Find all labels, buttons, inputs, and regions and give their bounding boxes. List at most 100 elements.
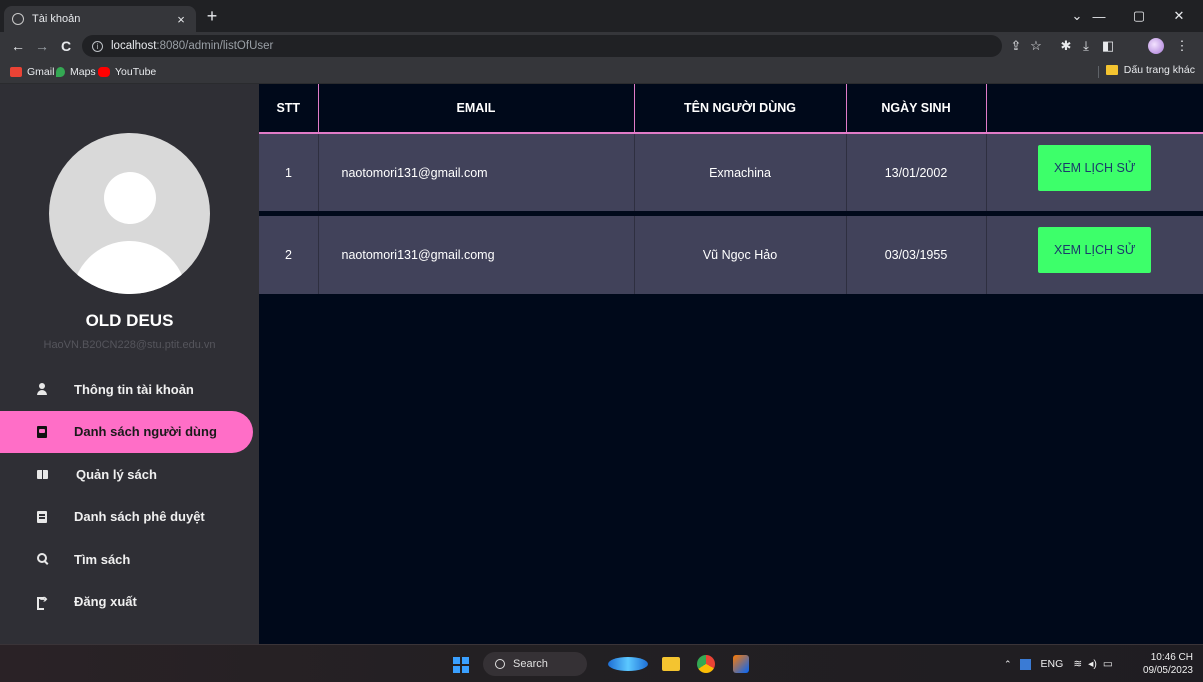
side-panel-icon[interactable]: ◧ — [1098, 36, 1118, 56]
info-icon[interactable]: i — [92, 40, 103, 52]
battery-icon[interactable]: ▭ — [1103, 658, 1113, 670]
avatar-head — [104, 172, 156, 224]
column-header-stt: STT — [259, 84, 319, 134]
open-book-icon — [37, 469, 49, 479]
language-indicator[interactable]: ENG — [1041, 658, 1064, 670]
column-header-email: EMAIL — [318, 84, 635, 134]
cell-email: naotomori131@gmail.comg — [318, 216, 635, 294]
windows-start-icon[interactable] — [453, 657, 469, 673]
bookmark-separator — [1098, 66, 1099, 78]
menu-kebab-icon[interactable]: ⋮ — [1172, 36, 1192, 56]
extensions-icon[interactable]: ✱ — [1056, 36, 1076, 56]
star-icon[interactable]: ☆ — [1026, 36, 1046, 56]
user-icon — [37, 383, 47, 396]
table-header-row: STT EMAIL TÊN NGƯỜI DÙNG NGÀY SINH — [259, 84, 1203, 134]
app-icon[interactable] — [733, 655, 749, 673]
column-header-dob: NGÀY SINH — [846, 84, 987, 134]
cell-stt: 1 — [259, 133, 319, 211]
sidebar-item-label: Danh sách phê duyệt — [74, 509, 205, 525]
folder-icon — [1105, 65, 1118, 75]
sidebar-item-label: Đăng xuất — [74, 594, 137, 610]
taskbar-clock[interactable]: 10:46 CH 09/05/2023 — [1143, 651, 1193, 677]
bookmark-label: Maps — [70, 66, 96, 78]
other-bookmarks-label: Dấu trang khác — [1123, 64, 1195, 76]
sidebar-item-account-info[interactable]: Thông tin tài khoản — [0, 368, 259, 411]
bookmark-label: YouTube — [115, 66, 157, 78]
cell-dob: 03/03/1955 — [846, 216, 987, 294]
address-book-icon — [37, 425, 47, 438]
forward-button[interactable]: → — [32, 36, 52, 56]
table-row: 2 naotomori131@gmail.comg Vũ Ngọc Hảo 03… — [259, 216, 1203, 294]
download-icon[interactable]: ⤓ — [1076, 36, 1096, 56]
taskbar: Search ⌃ ENG ≋ ◂) ▭ 10:46 CH 09/05/2023 — [0, 644, 1203, 682]
clock-time: 10:46 CH — [1150, 652, 1193, 663]
sidebar-item-book-management[interactable]: Quản lý sách — [0, 453, 259, 496]
wifi-icon[interactable]: ≋ — [1073, 658, 1082, 670]
url-bar[interactable]: i localhost:8080/admin/listOfUser — [82, 35, 1002, 57]
close-window-button[interactable]: ✕ — [1157, 0, 1201, 32]
tray-app-icon[interactable] — [1019, 658, 1031, 670]
page-content: OLD DEUS HaoVN.B20CN228@stu.ptit.edu.vn … — [0, 84, 1203, 644]
avatar-shoulders — [72, 241, 187, 294]
system-tray: ⌃ ENG ≋ ◂) ▭ — [1004, 645, 1113, 682]
url-path: :8080/admin/listOfUser — [156, 40, 274, 52]
cell-stt: 2 — [259, 216, 319, 294]
view-history-button[interactable]: XEM LỊCH SỬ — [1038, 144, 1152, 191]
avatar — [49, 133, 210, 294]
sidebar-menu: Thông tin tài khoản Danh sách người dùng… — [0, 368, 259, 623]
bookmark-label: Gmail — [27, 66, 55, 78]
new-tab-button[interactable]: + — [202, 6, 222, 26]
sidebar-item-search-books[interactable]: Tìm sách — [0, 538, 259, 581]
globe-icon — [12, 13, 24, 25]
list-icon — [37, 510, 47, 523]
sidebar-item-label: Quản lý sách — [76, 466, 157, 482]
cell-dob: 13/01/2002 — [846, 133, 987, 211]
widgets-icon[interactable] — [608, 657, 648, 671]
cell-email: naotomori131@gmail.com — [318, 133, 635, 211]
view-history-button[interactable]: XEM LỊCH SỬ — [1038, 227, 1152, 273]
sidebar-item-approval-list[interactable]: Danh sách phê duyệt — [0, 496, 259, 539]
bookmark-gmail[interactable]: Gmail — [10, 64, 54, 80]
sidebar-item-logout[interactable]: Đăng xuất — [0, 581, 259, 624]
maps-icon — [56, 67, 65, 77]
volume-icon[interactable]: ◂) — [1088, 658, 1097, 670]
tab-title: Tài khoản — [32, 13, 81, 25]
logout-icon — [37, 594, 48, 610]
address-toolbar: ← → C i localhost:8080/admin/listOfUser … — [0, 32, 1203, 60]
table-row: 1 naotomori131@gmail.com Exmachina 13/01… — [259, 133, 1203, 211]
bookmark-youtube[interactable]: YouTube — [98, 64, 156, 80]
sidebar-item-user-list[interactable]: Danh sách người dùng — [0, 410, 253, 453]
cell-action: XEM LỊCH SỬ — [986, 216, 1203, 294]
cell-username: Exmachina — [634, 133, 847, 211]
sidebar-item-label: Danh sách người dùng — [74, 424, 217, 440]
bookmarks-bar: Gmail Maps YouTube Dấu trang khác — [0, 60, 1203, 84]
tab-close-button[interactable]: × — [174, 12, 188, 27]
url-host: localhost — [111, 40, 157, 52]
cell-action: XEM LỊCH SỬ — [986, 133, 1203, 211]
back-button[interactable]: ← — [8, 36, 28, 56]
minimize-button[interactable]: — — [1077, 0, 1121, 32]
other-bookmarks[interactable]: Dấu trang khác — [1105, 64, 1195, 76]
taskbar-search-label: Search — [513, 658, 548, 670]
share-icon[interactable]: ⇪ — [1006, 36, 1026, 56]
cell-username: Vũ Ngọc Hảo — [634, 216, 847, 294]
chevron-up-icon[interactable]: ⌃ — [1004, 659, 1012, 670]
search-icon — [495, 659, 505, 669]
column-header-username: TÊN NGƯỜI DÙNG — [634, 84, 847, 134]
browser-tab[interactable]: Tài khoản × — [4, 6, 196, 32]
column-header-action — [986, 84, 1203, 134]
clock-date: 09/05/2023 — [1142, 665, 1193, 676]
bookmark-maps[interactable]: Maps — [56, 64, 96, 80]
reload-button[interactable]: C — [56, 36, 76, 56]
user-email: HaoVN.B20CN228@stu.ptit.edu.vn — [43, 339, 216, 351]
browser-tab-bar: Tài khoản × + ⌄ — ▢ ✕ — [0, 0, 1203, 32]
user-table: STT EMAIL TÊN NGƯỜI DÙNG NGÀY SINH 1 nao… — [259, 84, 1203, 294]
file-explorer-icon[interactable] — [662, 657, 680, 671]
sidebar-item-label: Tìm sách — [74, 551, 131, 567]
restore-button[interactable]: ▢ — [1117, 0, 1161, 32]
gmail-icon — [10, 67, 22, 77]
sidebar: OLD DEUS HaoVN.B20CN228@stu.ptit.edu.vn … — [0, 84, 259, 644]
taskbar-search[interactable]: Search — [483, 652, 587, 676]
profile-avatar[interactable] — [1148, 38, 1164, 54]
chrome-icon[interactable] — [697, 655, 715, 673]
